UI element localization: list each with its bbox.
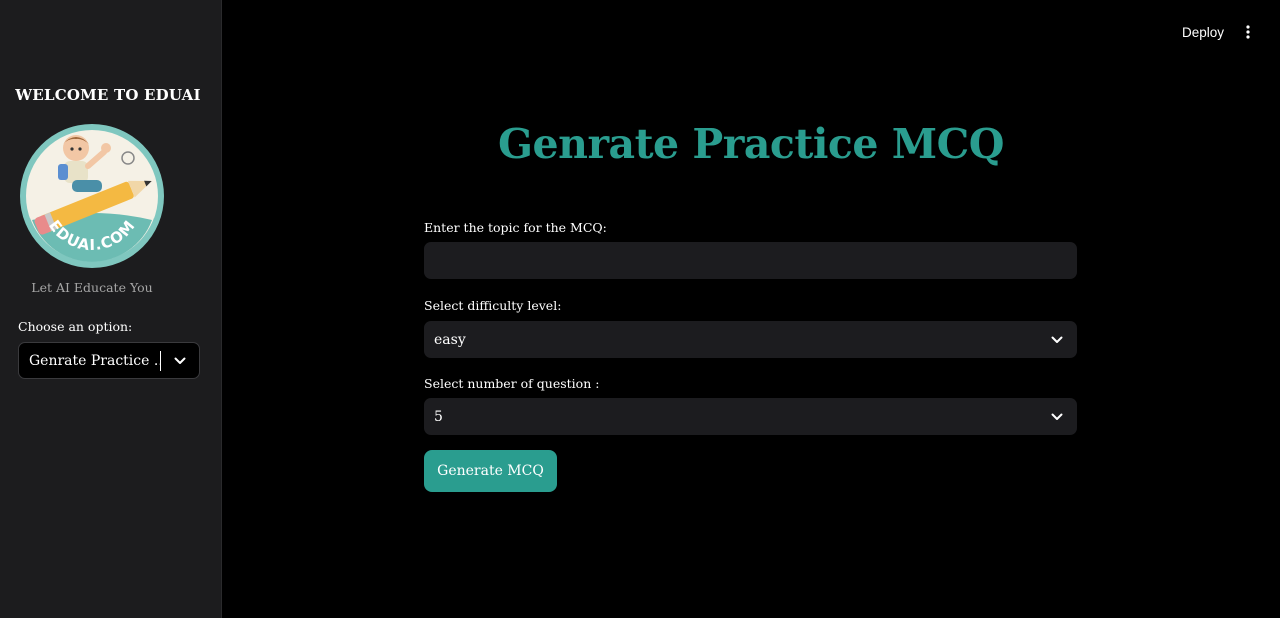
- eduai-logo: EDUAI.COM: [20, 124, 164, 268]
- app: WELCOME TO EDUAI EDUAI.COM Let AI Educat…: [0, 0, 1280, 618]
- question-count-value: 5: [434, 408, 443, 425]
- deploy-button[interactable]: Deploy: [1176, 20, 1230, 44]
- kebab-menu-icon: [1246, 25, 1250, 39]
- option-label: Choose an option:: [18, 319, 133, 334]
- topic-label: Enter the topic for the MCQ:: [424, 220, 607, 235]
- sidebar-caption: Let AI Educate You: [31, 280, 153, 295]
- topic-input[interactable]: [424, 242, 1077, 279]
- question-count-select[interactable]: 5: [424, 398, 1077, 435]
- chevron-down-icon: [1037, 321, 1077, 358]
- sidebar-title: WELCOME TO EDUAI: [15, 86, 201, 104]
- difficulty-label: Select difficulty level:: [424, 298, 562, 313]
- main-menu-button[interactable]: [1236, 20, 1260, 44]
- generate-mcq-button[interactable]: Generate MCQ: [424, 450, 557, 492]
- page-title: Genrate Practice MCQ: [498, 120, 1004, 168]
- difficulty-select-value: easy: [434, 331, 466, 348]
- difficulty-select[interactable]: easy: [424, 321, 1077, 358]
- chevron-down-icon: [1037, 398, 1077, 435]
- option-select-value: Genrate Practice ...: [29, 352, 160, 369]
- count-label: Select number of question :: [424, 376, 600, 391]
- chevron-down-icon: [161, 343, 199, 378]
- sidebar: WELCOME TO EDUAI EDUAI.COM Let AI Educat…: [0, 0, 222, 618]
- option-select[interactable]: Genrate Practice ...: [18, 342, 200, 379]
